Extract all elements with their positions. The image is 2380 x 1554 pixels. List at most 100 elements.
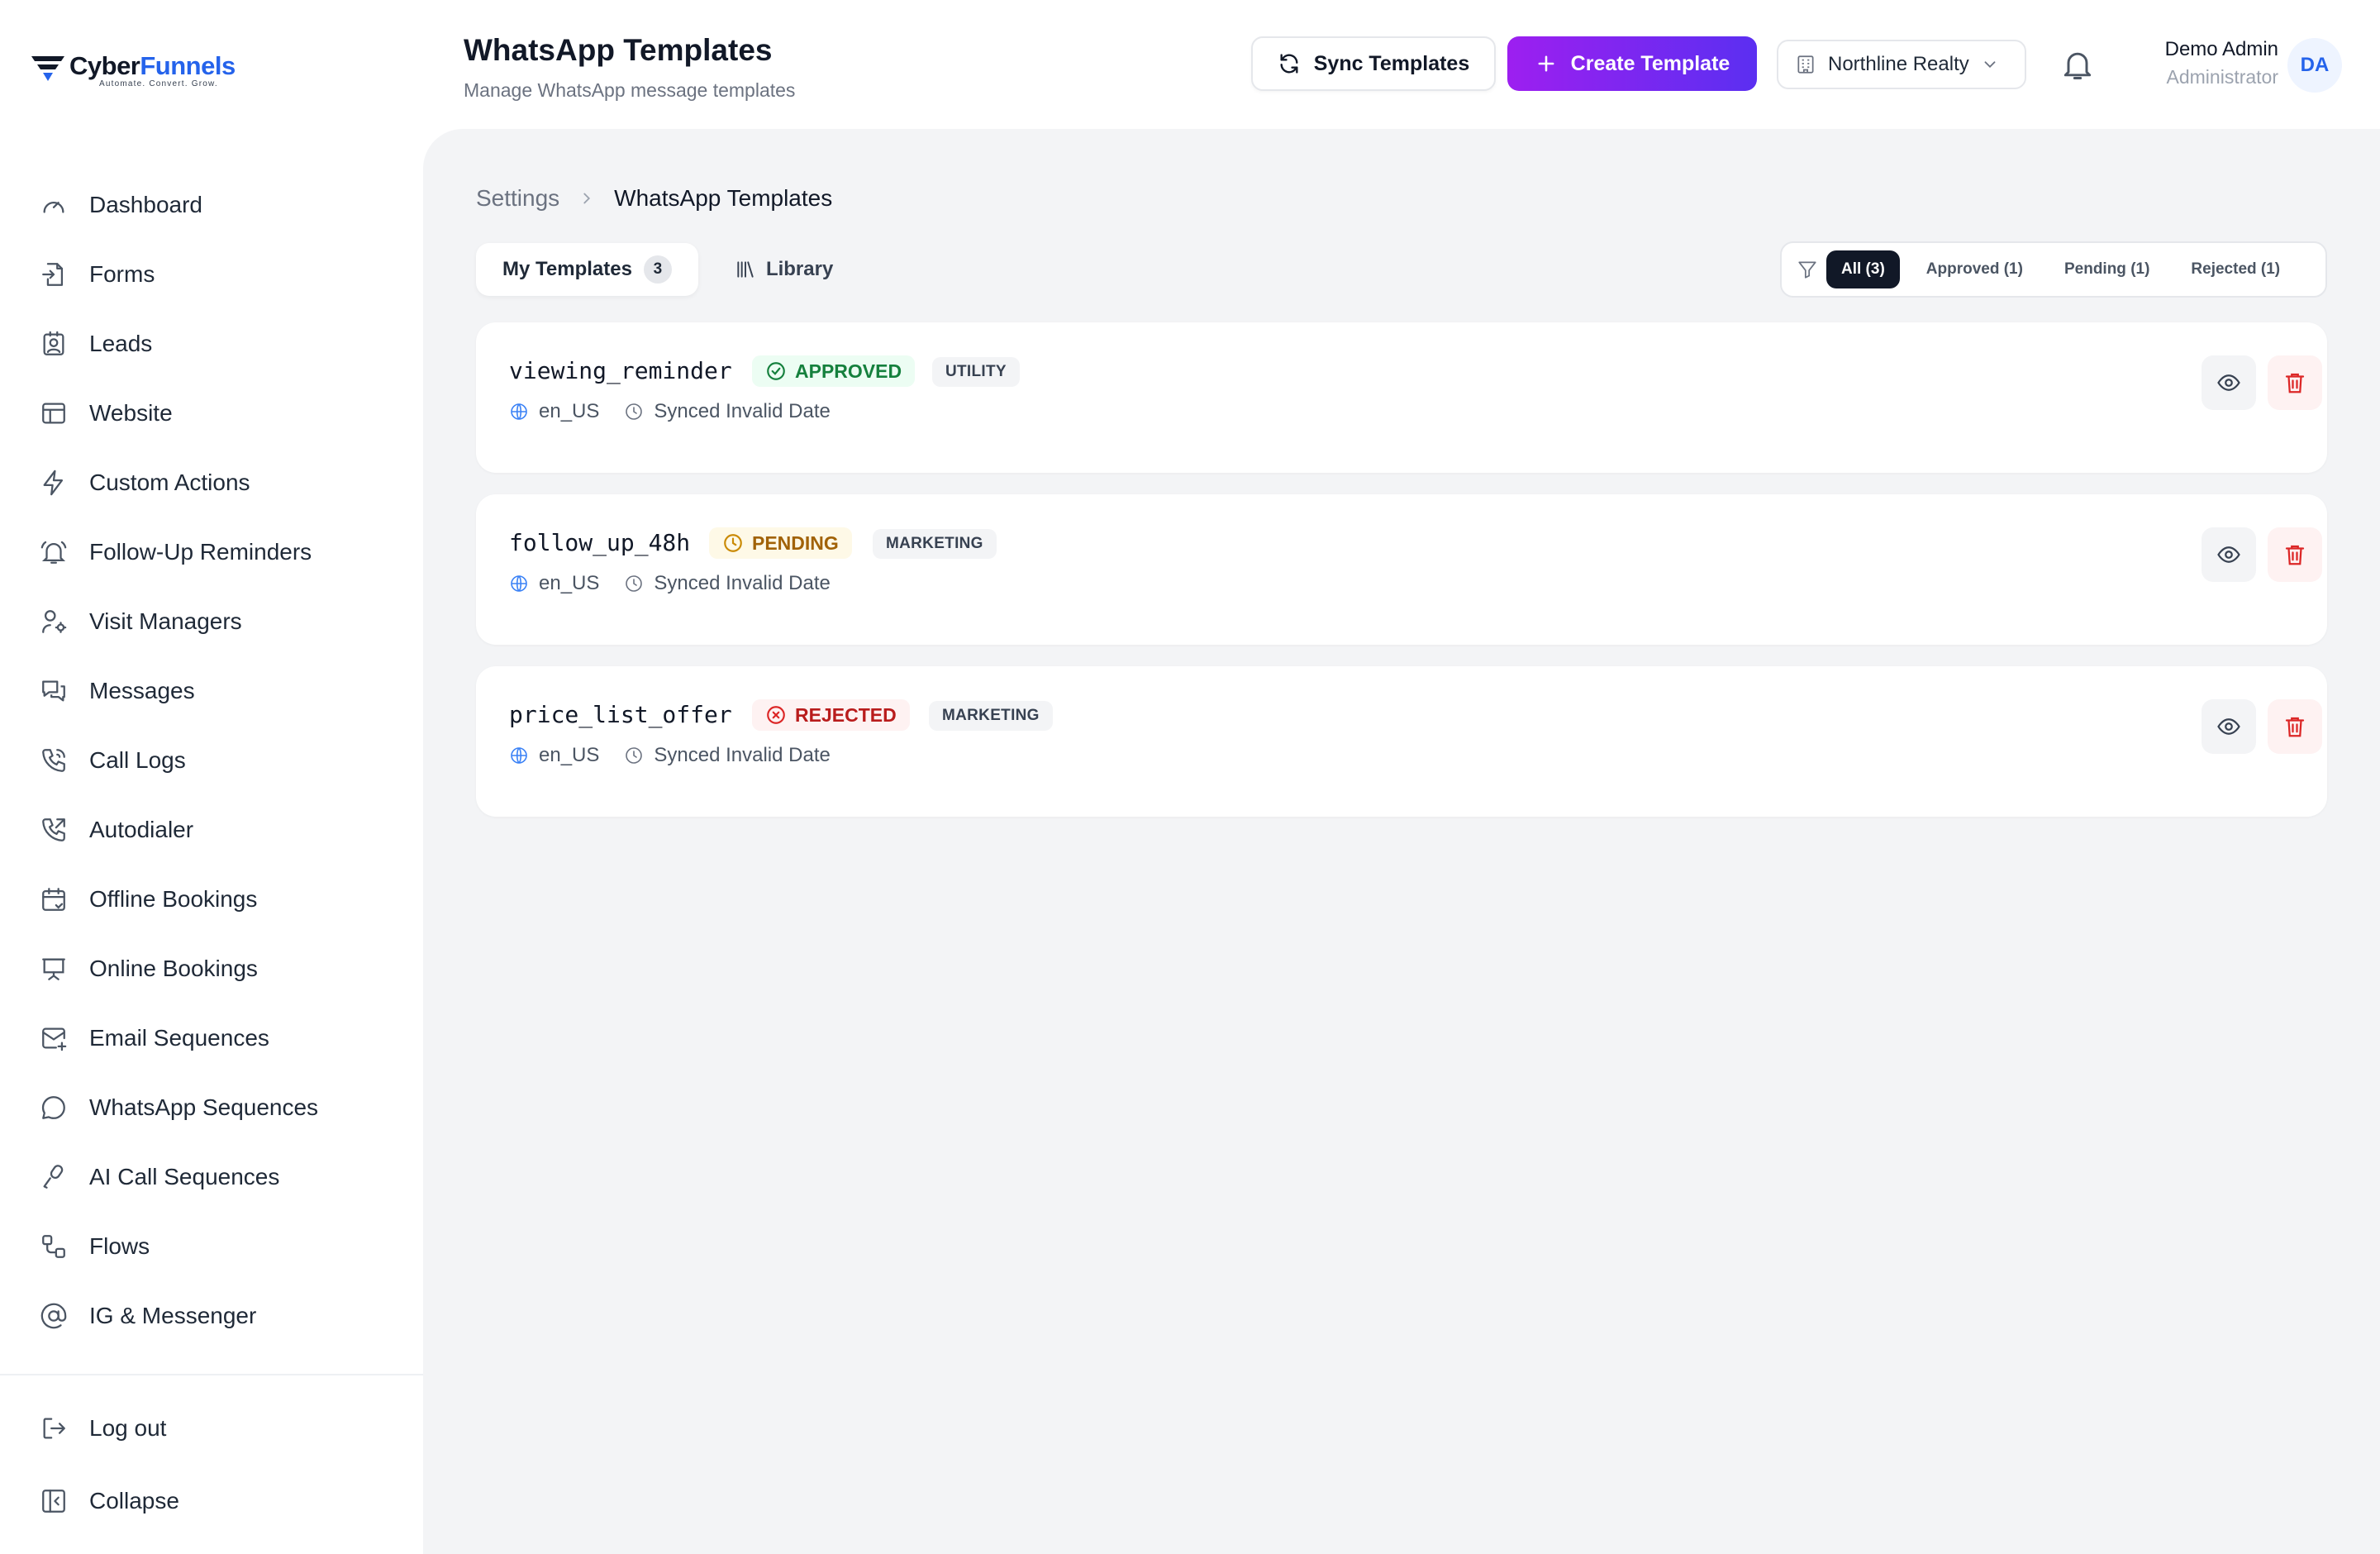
sidebar-item-visit-managers[interactable]: Visit Managers: [0, 587, 423, 656]
sidebar-item-autodialer[interactable]: Autodialer: [0, 795, 423, 865]
template-card[interactable]: follow_up_48h PENDING MARKETING en_US Sy…: [476, 494, 2327, 645]
sync-templates-label: Sync Templates: [1313, 51, 1470, 75]
notifications-bell-icon[interactable]: [2059, 46, 2096, 83]
sidebar-item-label: Log out: [89, 1415, 167, 1441]
sync-templates-button[interactable]: Sync Templates: [1251, 36, 1496, 91]
sidebar-item-follow-up-reminders[interactable]: Follow-Up Reminders: [0, 517, 423, 587]
template-meta: en_US Synced Invalid Date: [509, 744, 831, 767]
sidebar-item-label: Collapse: [89, 1488, 179, 1513]
template-card[interactable]: viewing_reminder APPROVED UTILITY en_US …: [476, 322, 2327, 473]
user-name: Demo Admin: [2164, 38, 2278, 60]
sidebar-item-website[interactable]: Website: [0, 379, 423, 448]
filter-approved[interactable]: Approved (1): [1911, 250, 2038, 288]
x-circle-icon: [767, 706, 785, 724]
create-template-button[interactable]: Create Template: [1507, 36, 1757, 91]
app-root: CyberFunnels Automate. Convert. Grow. Da…: [0, 0, 2380, 1554]
sidebar-footer: Log out Collapse: [0, 1374, 423, 1537]
template-card[interactable]: price_list_offer REJECTED MARKETING en_U…: [476, 666, 2327, 817]
brand-name: CyberFunnels: [69, 51, 236, 80]
zap-icon: [43, 470, 64, 496]
brand-tagline: Automate. Convert. Grow.: [99, 79, 218, 88]
filter-all[interactable]: All (3): [1826, 250, 1900, 288]
at-sign-icon: [40, 1303, 67, 1329]
top-header: WhatsApp Templates Manage WhatsApp messa…: [423, 0, 2380, 129]
plus-icon: [1538, 55, 1554, 72]
mail-plus-icon: [42, 1027, 67, 1051]
filter-pending[interactable]: Pending (1): [2049, 250, 2164, 288]
globe-icon: [511, 403, 527, 420]
delete-template-button[interactable]: [2268, 355, 2322, 410]
sidebar-item-email-sequences[interactable]: Email Sequences: [0, 1003, 423, 1073]
sidebar-item-label: AI Call Sequences: [89, 1164, 280, 1189]
status-badge: APPROVED: [752, 355, 916, 387]
library-icon: [737, 261, 754, 278]
chevron-right-icon: [583, 193, 591, 204]
template-language: en_US: [539, 400, 600, 422]
filter-rejected[interactable]: Rejected (1): [2176, 250, 2295, 288]
template-language: en_US: [539, 572, 600, 594]
logout-button[interactable]: Log out: [0, 1392, 423, 1465]
page-title: WhatsApp Templates: [464, 33, 773, 67]
collapse-button[interactable]: Collapse: [0, 1465, 423, 1537]
sidebar-item-whatsapp-sequences[interactable]: WhatsApp Sequences: [0, 1073, 423, 1142]
tab-label: My Templates: [502, 258, 632, 280]
template-name: follow_up_48h: [509, 529, 691, 556]
brand-logo[interactable]: CyberFunnels Automate. Convert. Grow.: [30, 53, 236, 99]
trash-icon: [2285, 373, 2305, 393]
avatar[interactable]: DA: [2287, 38, 2342, 93]
view-template-button[interactable]: [2202, 527, 2256, 582]
layout-icon: [42, 403, 65, 424]
eye-icon: [2217, 546, 2240, 563]
building-icon: [1797, 55, 1814, 74]
sidebar-item-label: Flows: [89, 1233, 150, 1259]
trash-icon: [2285, 717, 2305, 737]
sidebar-item-dashboard[interactable]: Dashboard: [0, 170, 423, 240]
template-tabs: My Templates 3 Library: [476, 243, 859, 296]
tab-my-templates[interactable]: My Templates 3: [476, 243, 698, 296]
sidebar-item-leads[interactable]: Leads: [0, 309, 423, 379]
sidebar-item-label: Custom Actions: [89, 470, 250, 495]
sidebar-item-messages[interactable]: Messages: [0, 656, 423, 726]
filter-icon: [1798, 261, 1816, 279]
phone-outgoing-icon: [42, 818, 65, 841]
sidebar-item-flows[interactable]: Flows: [0, 1212, 423, 1281]
template-name: price_list_offer: [509, 701, 732, 728]
delete-template-button[interactable]: [2268, 699, 2322, 754]
contact-card-icon: [43, 331, 64, 355]
template-list: viewing_reminder APPROVED UTILITY en_US …: [476, 322, 2327, 838]
user-info[interactable]: Demo Admin Administrator: [2146, 38, 2278, 88]
sidebar-item-ai-call-sequences[interactable]: AI Call Sequences: [0, 1142, 423, 1212]
sidebar-item-forms[interactable]: Forms: [0, 240, 423, 309]
chevron-down-icon: [1984, 61, 1996, 69]
template-name: viewing_reminder: [509, 357, 732, 384]
sidebar-item-call-logs[interactable]: Call Logs: [0, 726, 423, 795]
template-language: en_US: [539, 744, 600, 766]
organization-select[interactable]: Northline Realty: [1777, 40, 2026, 89]
template-synced: Synced Invalid Date: [654, 744, 831, 766]
view-template-button[interactable]: [2202, 355, 2256, 410]
mic-icon: [43, 1165, 64, 1189]
clock-icon: [626, 403, 643, 420]
template-meta: en_US Synced Invalid Date: [509, 400, 831, 423]
category-badge: MARKETING: [873, 529, 997, 559]
status-badge: REJECTED: [752, 699, 910, 731]
sidebar-item-label: Follow-Up Reminders: [89, 539, 312, 565]
status-label: PENDING: [752, 532, 839, 554]
user-cog-icon: [42, 610, 67, 633]
refresh-icon: [1280, 54, 1298, 74]
page-subtitle: Manage WhatsApp message templates: [464, 79, 796, 101]
funnel-logo-icon: [31, 56, 64, 81]
sidebar-item-ig-messenger[interactable]: IG & Messenger: [0, 1281, 423, 1351]
sidebar-item-offline-bookings[interactable]: Offline Bookings: [0, 865, 423, 934]
breadcrumb-settings-link[interactable]: Settings: [476, 185, 559, 212]
template-synced: Synced Invalid Date: [654, 572, 831, 594]
bell-ring-icon: [40, 541, 67, 564]
view-template-button[interactable]: [2202, 699, 2256, 754]
sidebar-item-online-bookings[interactable]: Online Bookings: [0, 934, 423, 1003]
delete-template-button[interactable]: [2268, 527, 2322, 582]
gauge-icon: [43, 202, 64, 213]
sidebar: CyberFunnels Automate. Convert. Grow. Da…: [0, 0, 423, 1554]
sidebar-item-custom-actions[interactable]: Custom Actions: [0, 448, 423, 517]
category-badge: UTILITY: [932, 357, 1020, 387]
tab-library[interactable]: Library: [708, 243, 859, 296]
